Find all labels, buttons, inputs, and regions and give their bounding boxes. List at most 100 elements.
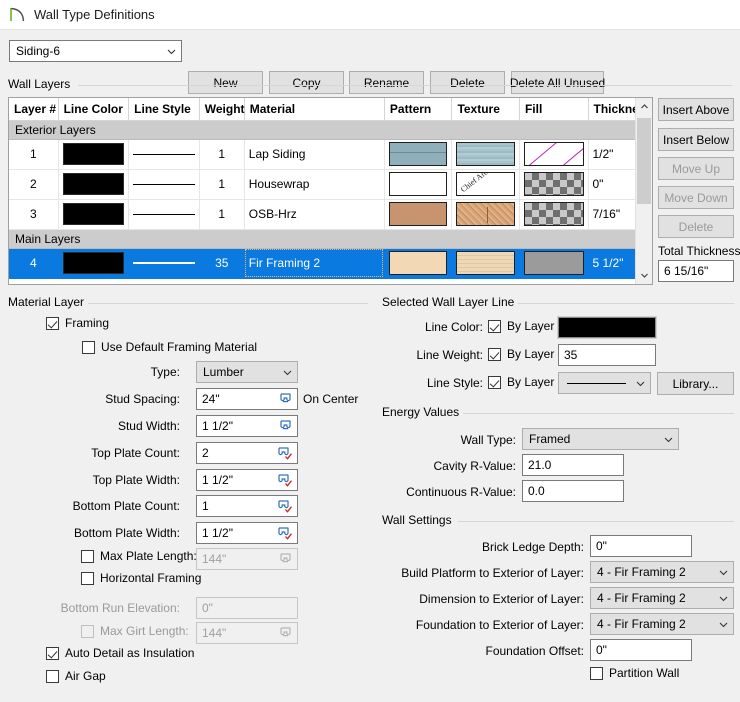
auto-detail-as-insulation-checkbox[interactable] bbox=[46, 646, 59, 660]
table-vertical-scrollbar[interactable] bbox=[635, 98, 652, 284]
scroll-down-arrow-icon[interactable] bbox=[636, 267, 652, 284]
col-layer-num[interactable]: Layer # bbox=[9, 98, 59, 121]
total-thickness-field[interactable]: 6 15/16" bbox=[658, 260, 734, 282]
library-button[interactable]: Library... bbox=[657, 372, 734, 395]
col-material[interactable]: Material bbox=[244, 98, 385, 121]
cell-line-style[interactable] bbox=[128, 199, 200, 230]
cell-line-color[interactable] bbox=[58, 139, 130, 170]
cell-pattern[interactable] bbox=[384, 169, 453, 200]
wall-layers-table[interactable]: Layer # Line Color Line Style Weight Mat… bbox=[8, 97, 653, 285]
line-color-by-layer-row[interactable]: By Layer bbox=[488, 319, 554, 333]
use-default-framing-material-checkbox[interactable] bbox=[82, 340, 95, 354]
col-line-color[interactable]: Line Color bbox=[58, 98, 130, 121]
line-color-by-layer-checkbox[interactable] bbox=[488, 319, 501, 333]
energy-wall-type-select[interactable]: Framed bbox=[522, 428, 679, 450]
stud-spacing-field[interactable]: 24" bbox=[196, 388, 298, 410]
stud-width-field[interactable]: 1 1/2" bbox=[196, 415, 298, 437]
ruler-check-icon[interactable] bbox=[275, 473, 295, 488]
ruler-check-icon[interactable] bbox=[275, 526, 295, 541]
framing-type-select[interactable]: Lumber bbox=[196, 361, 298, 383]
bottom-plate-width-label: Bottom Plate Width: bbox=[73, 526, 180, 540]
cavity-r-value-field[interactable]: 21.0 bbox=[522, 454, 624, 476]
bottom-plate-count-field[interactable]: 1 bbox=[196, 495, 298, 517]
cell-material[interactable]: Fir Framing 2 bbox=[244, 248, 385, 279]
horizontal-framing-checkbox[interactable] bbox=[81, 571, 94, 585]
col-pattern[interactable]: Pattern bbox=[384, 98, 453, 121]
wall-type-select[interactable]: Siding-6 bbox=[9, 40, 182, 62]
auto-detail-as-insulation-row[interactable]: Auto Detail as Insulation bbox=[46, 646, 194, 660]
cell-texture[interactable] bbox=[451, 248, 520, 279]
partition-wall-checkbox[interactable] bbox=[590, 666, 603, 680]
scroll-up-arrow-icon[interactable] bbox=[636, 98, 652, 115]
col-line-style[interactable]: Line Style bbox=[128, 98, 200, 121]
cell-fill[interactable] bbox=[519, 139, 589, 170]
insert-above-button[interactable]: Insert Above bbox=[658, 98, 734, 121]
air-gap-label: Air Gap bbox=[65, 669, 106, 683]
delete-button[interactable]: Delete bbox=[430, 71, 505, 94]
bottom-plate-width-field[interactable]: 1 1/2" bbox=[196, 522, 298, 544]
table-row[interactable]: 2 1 Housewrap Chief Architect 0" bbox=[9, 169, 652, 200]
cell-line-color[interactable] bbox=[58, 199, 130, 230]
build-platform-select[interactable]: 4 - Fir Framing 2 bbox=[590, 561, 734, 583]
cell-pattern[interactable] bbox=[384, 248, 453, 279]
max-plate-length-checkbox[interactable] bbox=[81, 549, 94, 563]
copy-button[interactable]: Copy bbox=[269, 71, 344, 94]
horizontal-framing-row[interactable]: Horizontal Framing bbox=[81, 571, 201, 585]
cell-texture[interactable]: Chief Architect bbox=[451, 169, 520, 200]
rename-button[interactable]: Rename bbox=[349, 71, 424, 94]
framing-checkbox[interactable] bbox=[46, 316, 59, 330]
continuous-r-value-field[interactable]: 0.0 bbox=[522, 480, 624, 502]
cell-pattern[interactable] bbox=[384, 139, 453, 170]
new-button[interactable]: New bbox=[188, 71, 263, 94]
table-row[interactable]: 1 1 Lap Siding 1/2" bbox=[9, 139, 652, 170]
table-row[interactable]: 4 35 Fir Framing 2 5 1/2" bbox=[9, 248, 652, 279]
line-color-swatch-button[interactable] bbox=[557, 316, 657, 339]
foundation-offset-field[interactable]: 0" bbox=[590, 639, 692, 661]
brick-ledge-depth-field[interactable]: 0" bbox=[590, 535, 692, 557]
insert-below-button[interactable]: Insert Below bbox=[658, 128, 734, 151]
top-plate-width-field[interactable]: 1 1/2" bbox=[196, 469, 298, 491]
cell-fill[interactable] bbox=[519, 169, 589, 200]
col-weight[interactable]: Weight bbox=[199, 98, 245, 121]
cell-line-color[interactable] bbox=[58, 248, 130, 279]
line-color-swatch bbox=[62, 252, 125, 274]
cell-line-style[interactable] bbox=[128, 139, 200, 170]
line-style-by-layer-checkbox[interactable] bbox=[488, 375, 501, 389]
cell-material[interactable]: OSB-Hrz bbox=[244, 199, 385, 230]
cell-pattern[interactable] bbox=[384, 199, 453, 230]
cell-line-style[interactable] bbox=[128, 169, 200, 200]
line-weight-by-layer-row[interactable]: By Layer bbox=[488, 347, 554, 361]
delete-all-unused-button[interactable]: Delete All Unused bbox=[510, 71, 605, 94]
cell-material[interactable]: Housewrap bbox=[244, 169, 385, 200]
partition-wall-row[interactable]: Partition Wall bbox=[590, 666, 679, 680]
line-style-by-layer-row[interactable]: By Layer bbox=[488, 375, 554, 389]
framing-checkbox-row[interactable]: Framing bbox=[46, 316, 109, 330]
dimension-to-exterior-select[interactable]: 4 - Fir Framing 2 bbox=[590, 587, 734, 609]
energy-wall-type-value: Framed bbox=[529, 432, 571, 446]
ruler-icon[interactable] bbox=[275, 392, 295, 407]
top-plate-count-field[interactable]: 2 bbox=[196, 442, 298, 464]
line-weight-field[interactable]: 35 bbox=[558, 344, 656, 366]
cell-fill[interactable] bbox=[519, 199, 589, 230]
foundation-to-exterior-select[interactable]: 4 - Fir Framing 2 bbox=[590, 613, 734, 635]
cell-material[interactable]: Lap Siding bbox=[244, 139, 385, 170]
cell-line-color[interactable] bbox=[58, 169, 130, 200]
ruler-icon[interactable] bbox=[275, 419, 295, 434]
cell-line-style[interactable] bbox=[128, 248, 200, 279]
cell-texture[interactable] bbox=[451, 199, 520, 230]
air-gap-row[interactable]: Air Gap bbox=[46, 669, 106, 683]
cell-texture[interactable] bbox=[451, 139, 520, 170]
line-weight-by-layer-checkbox[interactable] bbox=[488, 347, 501, 361]
line-style-select[interactable] bbox=[558, 372, 651, 394]
scroll-thumb[interactable] bbox=[637, 118, 651, 204]
ruler-check-icon[interactable] bbox=[275, 446, 295, 461]
use-default-framing-material-row[interactable]: Use Default Framing Material bbox=[82, 340, 257, 354]
ruler-check-icon[interactable] bbox=[275, 499, 295, 514]
col-texture[interactable]: Texture bbox=[451, 98, 520, 121]
air-gap-checkbox[interactable] bbox=[46, 669, 59, 683]
col-fill[interactable]: Fill bbox=[519, 98, 589, 121]
max-plate-length-row[interactable]: Max Plate Length: bbox=[81, 549, 197, 563]
table-row[interactable]: 3 1 OSB-Hrz 7/16" bbox=[9, 199, 652, 230]
cell-fill[interactable] bbox=[519, 248, 589, 279]
material-layer-group-title: Material Layer bbox=[4, 295, 89, 309]
